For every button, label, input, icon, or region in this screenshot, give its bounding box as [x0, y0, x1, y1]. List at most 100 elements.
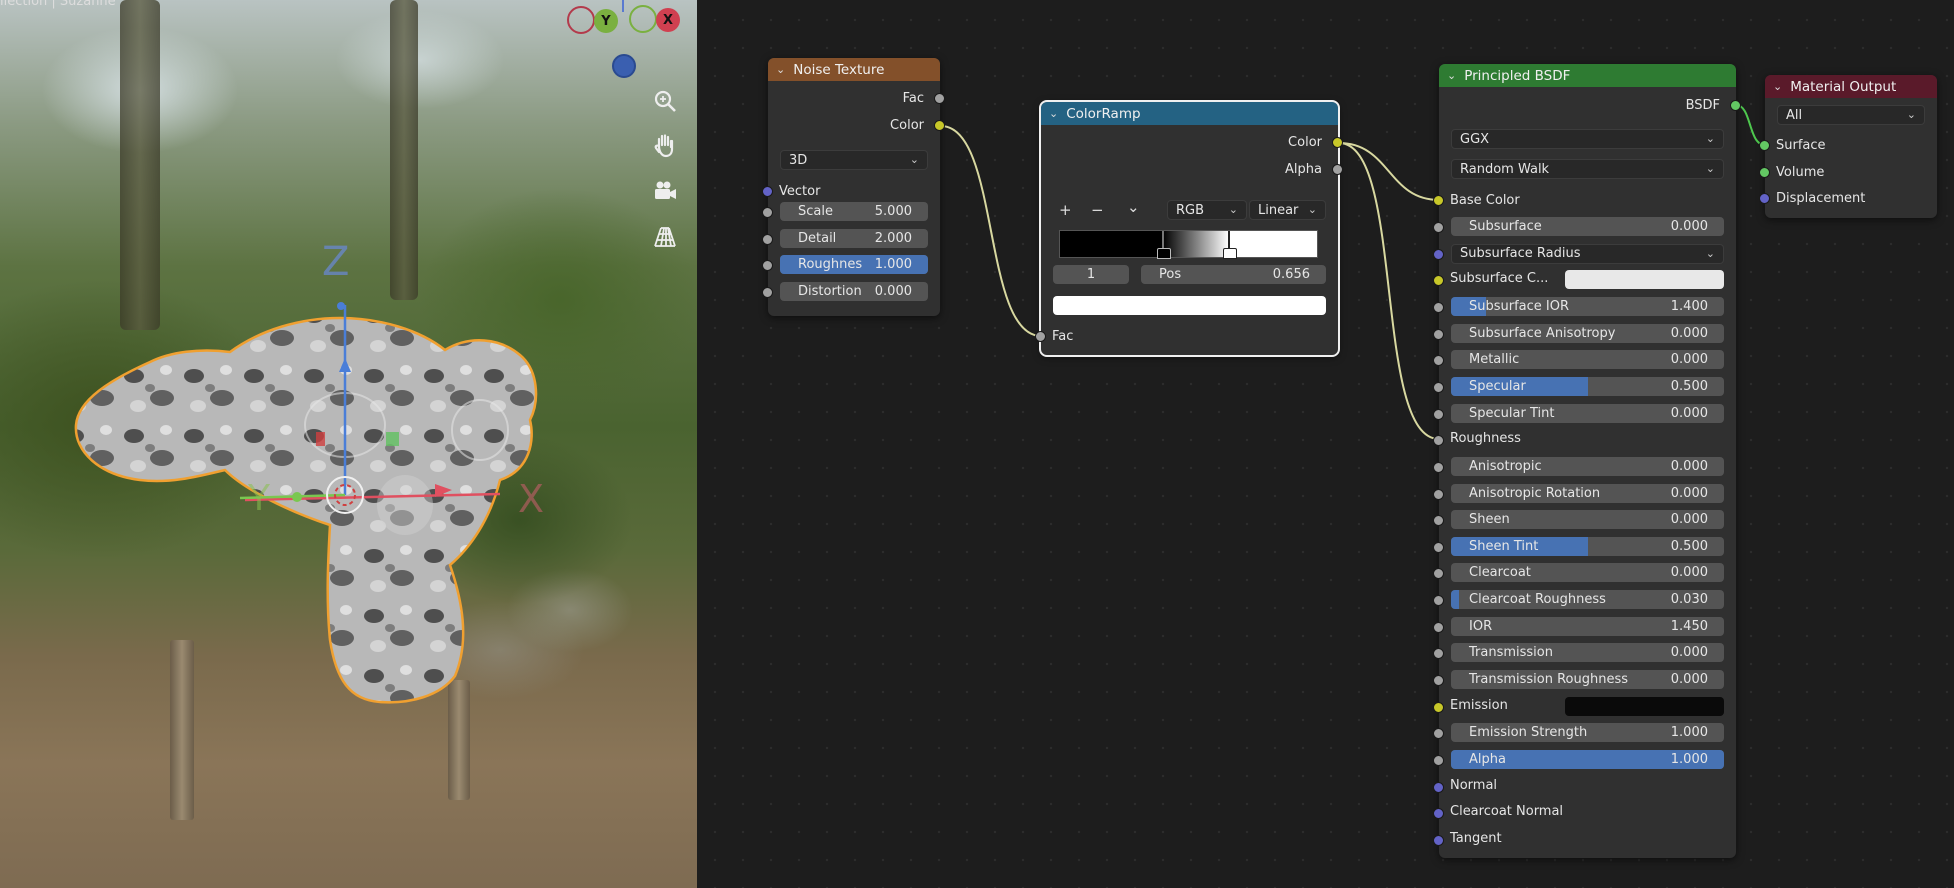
input-clearcoat-normal-socket[interactable]: [1433, 808, 1444, 820]
input-clearcoat-socket[interactable]: [1433, 568, 1444, 580]
active-stop-index[interactable]: 1: [1053, 265, 1129, 284]
noise-distortion-field[interactable]: Distortion 0.000: [780, 282, 928, 302]
input-socket[interactable]: [762, 233, 773, 245]
gizmo-x-ball[interactable]: X: [656, 8, 680, 32]
remove-stop-button[interactable]: −: [1091, 201, 1104, 219]
input-emission-socket[interactable]: [1433, 701, 1444, 713]
ramp-stop-handle[interactable]: [1156, 248, 1171, 259]
input-subsurface-c-color-swatch[interactable]: [1565, 270, 1724, 290]
input-sheen-tint-slider[interactable]: Sheen Tint 0.500: [1451, 536, 1724, 556]
input-anisotropic-socket[interactable]: [1433, 461, 1444, 473]
input-anisotropic-rotation-slider[interactable]: Anisotropic Rotation 0.000: [1451, 483, 1724, 503]
stop-position-field[interactable]: Pos 0.656: [1141, 265, 1326, 284]
ramp-stop-handle[interactable]: [1222, 248, 1237, 259]
hand-pan-icon[interactable]: [650, 130, 680, 160]
input-subsurface-ior-slider[interactable]: Subsurface IOR 1.400: [1451, 296, 1724, 316]
collapse-chevron-icon[interactable]: ⌄: [1049, 107, 1058, 120]
input-alpha-socket[interactable]: [1433, 755, 1444, 766]
noise-scale-field[interactable]: Scale 5.000: [780, 202, 928, 221]
input-socket[interactable]: [762, 260, 773, 272]
input-clearcoat-roughness-slider[interactable]: Clearcoat Roughness 0.030: [1451, 590, 1724, 610]
input-sheen-tint-socket[interactable]: [1433, 541, 1444, 553]
suzanne-mesh[interactable]: Z X Y: [0, 0, 697, 888]
input-base-color-socket[interactable]: [1433, 195, 1444, 206]
principled-bsdf-header[interactable]: ⌄ Principled BSDF: [1439, 64, 1736, 87]
input-ior-socket[interactable]: [1433, 621, 1444, 633]
noise-detail-field[interactable]: Detail 2.000: [780, 228, 928, 248]
subsurface-method-dropdown[interactable]: Random Walk ⌄: [1451, 159, 1724, 179]
input-specular-tint-socket[interactable]: [1433, 408, 1444, 420]
input-alpha-slider[interactable]: Alpha 1.000: [1451, 750, 1724, 769]
input-subsurface-socket[interactable]: [1433, 222, 1444, 233]
input-emission-color-swatch[interactable]: [1565, 696, 1724, 716]
output-bsdf-socket[interactable]: [1730, 100, 1741, 111]
dimensions-dropdown[interactable]: 3D ⌄: [780, 150, 928, 170]
input-clearcoat-slider[interactable]: Clearcoat 0.000: [1451, 563, 1724, 583]
input-volume-socket[interactable]: [1759, 167, 1770, 178]
zoom-icon[interactable]: [650, 86, 680, 116]
material-output-node[interactable]: ⌄ Material Output All ⌄ Surface Volume D…: [1759, 75, 1937, 218]
output-alpha-socket[interactable]: [1332, 164, 1343, 175]
input-subsurface-radius-dropdown[interactable]: Subsurface Radius ⌄: [1451, 243, 1724, 264]
noise-texture-header[interactable]: ⌄ Noise Texture: [768, 58, 940, 81]
output-fac-socket[interactable]: [934, 93, 945, 104]
input-metallic-socket[interactable]: [1433, 355, 1444, 367]
color-ramp-gradient[interactable]: [1059, 230, 1318, 258]
ramp-menu-button[interactable]: ⌄: [1127, 198, 1140, 216]
input-specular-slider[interactable]: Specular 0.500: [1451, 376, 1724, 396]
input-emission-strength-slider[interactable]: Emission Strength 1.000: [1451, 723, 1724, 743]
input-subsurface-ior-socket[interactable]: [1433, 301, 1444, 313]
input-socket[interactable]: [762, 287, 773, 299]
input-fac-socket[interactable]: [1035, 331, 1046, 342]
color-mode-dropdown[interactable]: RGB ⌄: [1167, 200, 1247, 220]
input-transmission-slider[interactable]: Transmission 0.000: [1451, 643, 1724, 663]
input-subsurface-radius-socket[interactable]: [1433, 248, 1444, 260]
input-vector-socket[interactable]: [762, 186, 773, 197]
input-transmission-roughness-socket[interactable]: [1433, 675, 1444, 687]
input-metallic-slider[interactable]: Metallic 0.000: [1451, 350, 1724, 370]
input-subsurface-anisotropy-socket[interactable]: [1433, 328, 1444, 340]
input-anisotropic-slider[interactable]: Anisotropic 0.000: [1451, 456, 1724, 476]
input-specular-socket[interactable]: [1433, 381, 1444, 393]
principled-bsdf-node[interactable]: ⌄ Principled BSDF BSDF GGX ⌄ Random Walk…: [1433, 64, 1741, 858]
input-socket[interactable]: [762, 207, 773, 218]
input-ior-slider[interactable]: IOR 1.450: [1451, 616, 1724, 636]
input-sheen-socket[interactable]: [1433, 515, 1444, 527]
gizmo-neg-y-ball[interactable]: [629, 5, 657, 33]
input-subsurface-slider[interactable]: Subsurface 0.000: [1451, 217, 1724, 236]
input-emission-strength-socket[interactable]: [1433, 728, 1444, 740]
add-stop-button[interactable]: +: [1059, 201, 1072, 219]
collapse-chevron-icon[interactable]: ⌄: [1447, 69, 1456, 82]
stop-color-swatch[interactable]: [1053, 296, 1326, 315]
input-roughness-socket[interactable]: [1433, 435, 1444, 447]
input-transmission-socket[interactable]: [1433, 648, 1444, 660]
noise-roughnes-field[interactable]: Roughnes 1.000: [780, 255, 928, 275]
distribution-dropdown[interactable]: GGX ⌄: [1451, 129, 1724, 149]
output-color-socket[interactable]: [1332, 137, 1343, 148]
input-clearcoat-roughness-socket[interactable]: [1433, 595, 1444, 607]
collapse-chevron-icon[interactable]: ⌄: [776, 63, 785, 76]
interpolation-dropdown[interactable]: Linear ⌄: [1249, 200, 1326, 220]
input-surface-socket[interactable]: [1759, 140, 1770, 151]
input-tangent-socket[interactable]: [1433, 834, 1444, 846]
grid-icon[interactable]: [650, 222, 680, 252]
output-color-socket[interactable]: [934, 120, 945, 131]
collapse-chevron-icon[interactable]: ⌄: [1773, 80, 1782, 93]
gizmo-neg-x-ball[interactable]: [567, 6, 595, 34]
input-normal-socket[interactable]: [1433, 781, 1444, 793]
colorramp-header[interactable]: ⌄ ColorRamp: [1041, 102, 1338, 125]
input-displacement-socket[interactable]: [1759, 193, 1770, 204]
render-target-dropdown[interactable]: All ⌄: [1777, 105, 1925, 125]
camera-icon[interactable]: [650, 176, 680, 206]
input-subsurface-anisotropy-slider[interactable]: Subsurface Anisotropy 0.000: [1451, 323, 1724, 343]
gizmo-y-ball[interactable]: Y: [594, 9, 618, 33]
noise-texture-node[interactable]: ⌄ Noise Texture Fac Color 3D ⌄ Vector Sc…: [762, 58, 945, 316]
input-specular-tint-slider[interactable]: Specular Tint 0.000: [1451, 403, 1724, 423]
material-output-header[interactable]: ⌄ Material Output: [1765, 75, 1937, 98]
gizmo-neg-z-ball[interactable]: [612, 54, 636, 78]
input-anisotropic-rotation-socket[interactable]: [1433, 488, 1444, 500]
3d-viewport[interactable]: llection | Suzanne Z X Y Y X: [0, 0, 697, 888]
input-subsurface-c-socket[interactable]: [1433, 275, 1444, 287]
colorramp-node[interactable]: ⌄ ColorRamp Color Alpha + − ⌄ RGB ⌄ Line…: [1035, 100, 1343, 357]
input-sheen-slider[interactable]: Sheen 0.000: [1451, 510, 1724, 530]
